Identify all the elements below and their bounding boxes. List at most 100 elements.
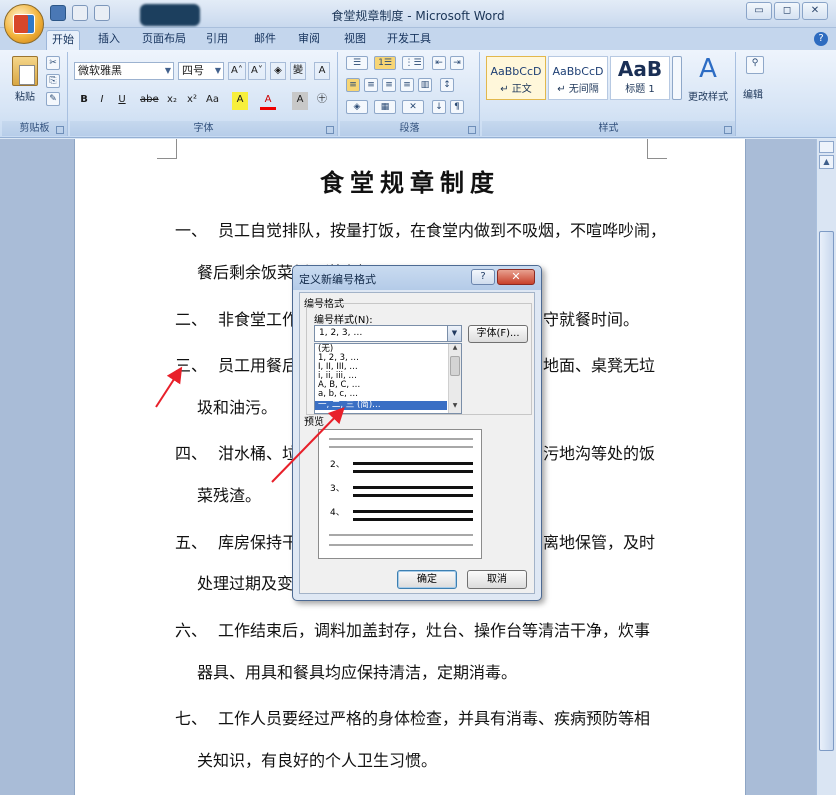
scroll-down-icon[interactable]: ▼ <box>449 402 461 413</box>
office-button[interactable] <box>4 4 44 44</box>
font-name-value: 微软雅黑 <box>78 64 122 77</box>
shrink-font-button[interactable]: A˅ <box>248 62 266 80</box>
tab-view[interactable]: 视图 <box>338 30 372 50</box>
char-border-icon[interactable]: A <box>314 62 330 80</box>
paragraph-launcher-icon[interactable] <box>468 126 476 134</box>
list-scroll-thumb[interactable] <box>450 356 460 376</box>
bold-button[interactable]: B <box>76 92 92 110</box>
para-number: 二、 <box>175 310 208 329</box>
para-line: 员工用餐后 <box>218 356 299 375</box>
para-line: 库房保持干 <box>218 533 299 552</box>
borders-icon[interactable]: ▦ <box>374 100 396 114</box>
number-style-list[interactable]: (无) 1, 2, 3, … I, II, III, … i, ii, iii,… <box>314 343 462 414</box>
style-normal[interactable]: AaBbCcD ↵ 正文 <box>486 56 546 100</box>
scroll-thumb[interactable] <box>819 231 834 751</box>
crop-mark <box>157 139 177 159</box>
phonetic-guide-icon[interactable]: 變 <box>290 62 306 80</box>
distributed-icon[interactable]: ▥ <box>418 78 432 92</box>
para-line: 工作结束后，调料加盖封存，灶台、操作台等清洁干净，炊事 <box>218 621 651 640</box>
font-size-combo[interactable]: 四号 ▼ <box>178 62 224 80</box>
preview-bar <box>353 486 473 489</box>
tab-developer[interactable]: 开发工具 <box>382 30 436 50</box>
number-style-label: 编号样式(N): <box>314 315 373 326</box>
change-case-button[interactable]: Aa <box>204 92 221 110</box>
superscript-button[interactable]: x² <box>184 92 200 110</box>
style-normal-name: ↵ 正文 <box>500 84 532 95</box>
decrease-indent-icon[interactable]: ⇤ <box>432 56 446 70</box>
paste-button[interactable]: 粘贴 <box>10 88 40 103</box>
font-name-combo[interactable]: 微软雅黑 ▼ <box>74 62 174 80</box>
change-styles-button[interactable]: 更改样式 <box>684 88 732 103</box>
tab-mailings[interactable]: 邮件 <box>248 30 282 50</box>
bullets-icon[interactable]: ☰ <box>346 56 368 70</box>
justify-icon[interactable]: ≡ <box>400 78 414 92</box>
subscript-button[interactable]: x₂ <box>164 92 180 110</box>
show-marks-icon[interactable]: ¶ <box>450 100 464 114</box>
strikethrough-button[interactable]: abe <box>138 92 161 110</box>
clipboard-launcher-icon[interactable] <box>56 126 64 134</box>
sort-icon[interactable]: ↓ <box>432 100 446 114</box>
clear-format-icon[interactable]: ◈ <box>270 62 286 80</box>
multilevel-list-icon[interactable]: ⋮☰ <box>402 56 424 70</box>
styles-scroll-icon[interactable] <box>672 56 682 100</box>
format-painter-icon[interactable]: ✎ <box>46 92 60 106</box>
office-logo-icon <box>13 14 35 34</box>
dialog-close-button[interactable]: ✕ <box>497 269 535 285</box>
char-shading-button[interactable]: A <box>292 92 308 110</box>
align-left-icon[interactable]: ≡ <box>346 78 360 92</box>
chevron-down-icon: ▼ <box>164 66 171 75</box>
font-color-button[interactable]: A <box>260 92 276 110</box>
font-button[interactable]: 字体(F)... <box>468 325 528 343</box>
grow-font-button[interactable]: A˄ <box>228 62 246 80</box>
para-line: 处理过期及变 <box>197 574 294 593</box>
paragraph-group: ☰ 1☰ ⋮☰ ⇤ ⇥ ≡ ≡ ≡ ≡ ▥ ↕ ◈ ▦ ✕ ↓ ¶ 段落 <box>340 52 480 136</box>
chevron-down-icon[interactable]: ▼ <box>447 326 461 341</box>
title-bar: 食堂规章制度 - Microsoft Word ▭ ◻ ✕ <box>0 0 836 28</box>
font-label: 字体 <box>70 121 337 136</box>
align-center-icon[interactable]: ≡ <box>364 78 378 92</box>
dialog-help-button[interactable]: ? <box>471 269 495 285</box>
preview-bar <box>353 494 473 497</box>
chinese-layout-icon[interactable]: ✕ <box>402 100 424 114</box>
tab-home[interactable]: 开始 <box>46 30 80 50</box>
scroll-up-icon[interactable]: ▲ <box>819 155 834 169</box>
maximize-button[interactable]: ◻ <box>774 2 800 20</box>
editing-button[interactable]: 编辑 <box>738 86 768 101</box>
numbering-icon[interactable]: 1☰ <box>374 56 396 70</box>
cut-icon[interactable]: ✂ <box>46 56 60 70</box>
paste-icon[interactable] <box>12 56 38 86</box>
underline-button[interactable]: U <box>114 92 130 110</box>
tab-review[interactable]: 审阅 <box>292 30 326 50</box>
binoculars-icon[interactable]: ⚲ <box>746 56 764 74</box>
para-line: 员工自觉排队，按量打饭，在食堂内做到不吸烟，不喧哗吵闹， <box>218 221 667 240</box>
ok-button[interactable]: 确定 <box>397 570 457 589</box>
list-scrollbar[interactable]: ▲ ▼ <box>448 344 461 413</box>
list-item-selected[interactable]: 一, 二, 三 (简)… <box>315 401 447 410</box>
style-no-spacing[interactable]: AaBbCcD ↵ 无间隔 <box>548 56 608 100</box>
preview-number: 4、 <box>330 508 345 518</box>
style-heading-1[interactable]: AaB 标题 1 <box>610 56 670 100</box>
increase-indent-icon[interactable]: ⇥ <box>450 56 464 70</box>
enclose-char-button[interactable]: ㊉ <box>314 92 330 110</box>
close-button[interactable]: ✕ <box>802 2 828 20</box>
font-launcher-icon[interactable] <box>326 126 334 134</box>
tab-insert[interactable]: 插入 <box>92 30 126 50</box>
scroll-up-icon[interactable]: ▲ <box>449 344 461 355</box>
list-item[interactable]: a, b, c, … <box>318 390 358 399</box>
highlight-button[interactable]: A <box>232 92 248 110</box>
vertical-scrollbar[interactable]: ▲ <box>816 139 836 795</box>
tab-page-layout[interactable]: 页面布局 <box>138 30 190 50</box>
shading-icon[interactable]: ◈ <box>346 100 368 114</box>
cancel-button[interactable]: 取消 <box>467 570 527 589</box>
copy-icon[interactable]: ⎘ <box>46 74 60 88</box>
ruler-toggle-icon[interactable] <box>819 141 834 153</box>
tab-references[interactable]: 引用 <box>200 30 234 50</box>
italic-button[interactable]: I <box>94 92 110 110</box>
help-icon[interactable]: ? <box>814 32 828 46</box>
minimize-button[interactable]: ▭ <box>746 2 772 20</box>
line-spacing-icon[interactable]: ↕ <box>440 78 454 92</box>
number-style-dropdown[interactable]: 1, 2, 3, … ▼ <box>314 325 462 342</box>
styles-launcher-icon[interactable] <box>724 126 732 134</box>
align-right-icon[interactable]: ≡ <box>382 78 396 92</box>
dialog-title-bar[interactable]: 定义新编号格式 ? ✕ <box>293 266 541 290</box>
